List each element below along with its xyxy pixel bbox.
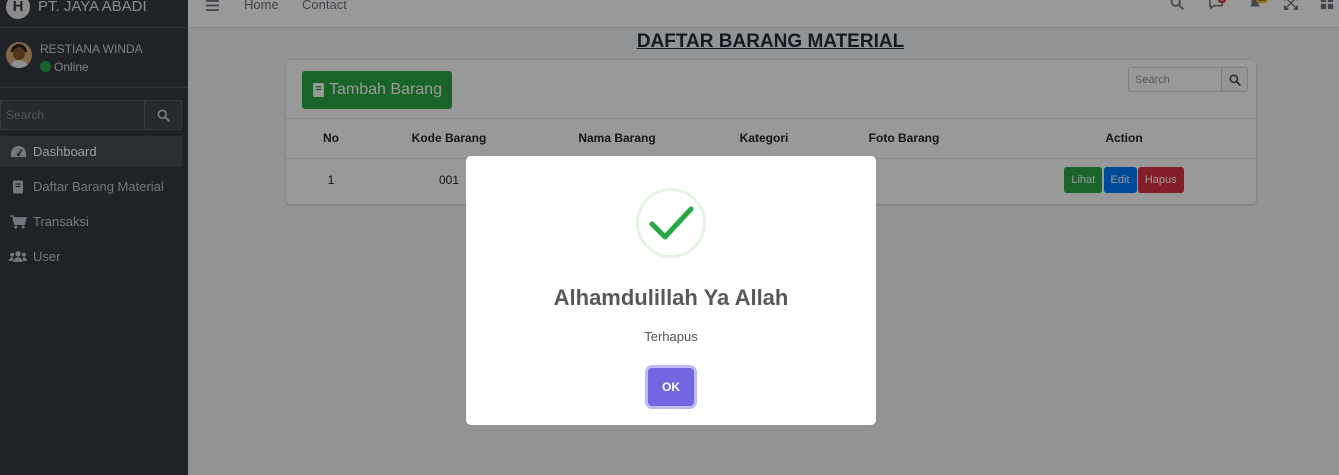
ok-button[interactable]: OK: [648, 368, 694, 406]
success-check-icon: [636, 188, 706, 258]
dialog-message: Terhapus: [644, 329, 698, 344]
success-dialog: Alhamdulillah Ya Allah Terhapus OK: [466, 156, 876, 425]
dialog-title: Alhamdulillah Ya Allah: [553, 285, 789, 310]
